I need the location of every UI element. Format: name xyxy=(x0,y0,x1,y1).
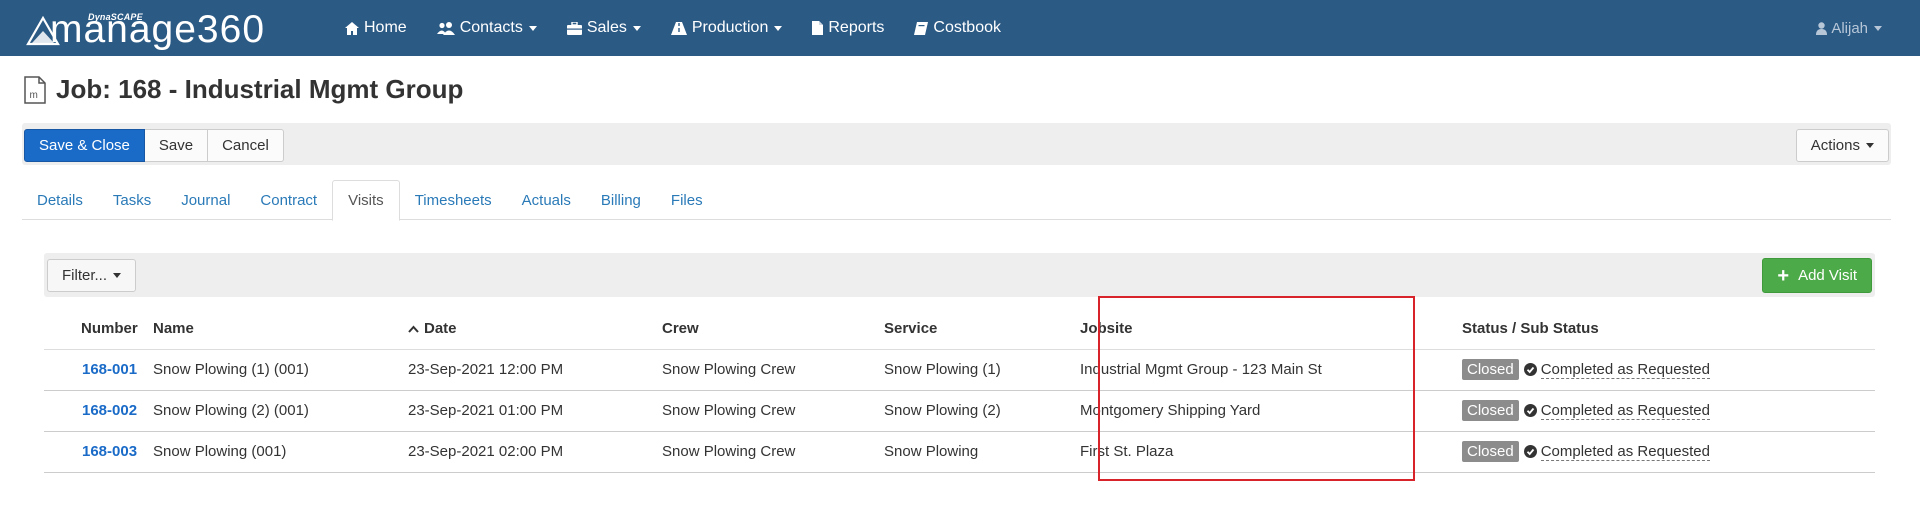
chevron-down-icon xyxy=(1866,143,1874,148)
visit-number-link[interactable]: 168-003 xyxy=(82,443,137,460)
visit-crew: Snow Plowing Crew xyxy=(662,390,884,432)
nav-contacts-label: Contacts xyxy=(459,19,523,36)
tab-actuals[interactable]: Actuals xyxy=(507,180,586,220)
table-row[interactable]: 168-001 Snow Plowing (1) (001) 23-Sep-20… xyxy=(44,349,1875,391)
visit-status: Closed Completed as Requested xyxy=(1462,359,1875,380)
filter-dropdown-button[interactable]: Filter... xyxy=(47,259,137,292)
job-toolbar: Save & Close Save Cancel Actions xyxy=(22,123,1891,165)
home-icon xyxy=(345,21,359,35)
visit-number-link[interactable]: 168-001 xyxy=(82,361,137,378)
column-crew[interactable]: Crew xyxy=(662,308,884,350)
job-document-icon: m xyxy=(24,75,46,104)
visit-status: Closed Completed as Requested xyxy=(1462,441,1875,462)
column-date[interactable]: Date xyxy=(408,308,662,350)
visit-status: Closed Completed as Requested xyxy=(1462,400,1875,421)
check-circle-icon xyxy=(1523,445,1537,458)
visit-name: Snow Plowing (2) (001) xyxy=(153,390,408,432)
visit-date: 23-Sep-2021 02:00 PM xyxy=(408,431,662,473)
tab-tasks[interactable]: Tasks xyxy=(98,180,166,220)
tab-visits[interactable]: Visits xyxy=(332,180,400,221)
top-navbar: DynaSCAPE manage360 Home Contacts Sales … xyxy=(0,0,1920,56)
column-date-label: Date xyxy=(424,319,457,337)
save-button[interactable]: Save xyxy=(144,129,209,162)
nav-production[interactable]: Production xyxy=(656,0,798,56)
book-icon xyxy=(914,21,929,35)
substatus-link[interactable]: Completed as Requested xyxy=(1540,361,1710,379)
nav-home[interactable]: Home xyxy=(330,0,422,56)
file-icon xyxy=(812,21,824,35)
jobsite-highlight-box xyxy=(1098,296,1415,481)
nav-contacts[interactable]: Contacts xyxy=(422,0,552,56)
chevron-down-icon xyxy=(1874,25,1882,31)
table-header-row: Number Name Date Crew Service Jobsite St… xyxy=(44,308,1875,350)
check-circle-icon xyxy=(1523,404,1537,417)
sort-ascending-icon xyxy=(408,325,419,333)
user-menu[interactable]: Alijah xyxy=(1816,0,1882,56)
svg-text:m: m xyxy=(30,90,38,101)
nav-home-label: Home xyxy=(364,19,407,36)
visits-filter-bar: Filter... + Add Visit xyxy=(44,253,1875,297)
nav-sales[interactable]: Sales xyxy=(552,0,656,56)
substatus-link[interactable]: Completed as Requested xyxy=(1540,443,1710,461)
briefcase-icon xyxy=(566,21,582,35)
tab-timesheets[interactable]: Timesheets xyxy=(400,180,507,220)
nav-production-label: Production xyxy=(691,19,769,36)
tab-details[interactable]: Details xyxy=(22,180,98,220)
substatus-link[interactable]: Completed as Requested xyxy=(1540,402,1710,420)
chevron-down-icon xyxy=(632,25,641,31)
visit-service: Snow Plowing xyxy=(884,431,1080,473)
save-button-group: Save & Close Save Cancel xyxy=(24,129,284,162)
plus-icon: + xyxy=(1777,264,1790,287)
check-circle-icon xyxy=(1523,363,1537,376)
table-row[interactable]: 168-002 Snow Plowing (2) (001) 23-Sep-20… xyxy=(44,390,1875,432)
nav-reports-label: Reports xyxy=(828,19,885,36)
nav-sales-label: Sales xyxy=(586,19,627,36)
tab-billing[interactable]: Billing xyxy=(586,180,656,220)
visit-date: 23-Sep-2021 12:00 PM xyxy=(408,349,662,391)
tab-journal[interactable]: Journal xyxy=(166,180,245,220)
road-icon xyxy=(670,21,687,35)
visits-table: Number Name Date Crew Service Jobsite St… xyxy=(44,308,1875,473)
actions-label: Actions xyxy=(1810,137,1860,154)
visit-number-link[interactable]: 168-002 xyxy=(82,402,137,419)
visit-date: 23-Sep-2021 01:00 PM xyxy=(408,390,662,432)
user-name: Alijah xyxy=(1831,19,1868,37)
column-status[interactable]: Status / Sub Status xyxy=(1462,308,1875,350)
tab-files[interactable]: Files xyxy=(656,180,718,220)
visit-service: Snow Plowing (1) xyxy=(884,349,1080,391)
column-name[interactable]: Name xyxy=(153,308,408,350)
chevron-down-icon xyxy=(113,273,122,278)
column-number[interactable]: Number xyxy=(44,308,153,350)
status-badge: Closed xyxy=(1462,400,1519,421)
page-title: Job: 168 - Industrial Mgmt Group xyxy=(56,74,464,104)
nav-reports[interactable]: Reports xyxy=(797,0,899,56)
page-header: m Job: 168 - Industrial Mgmt Group xyxy=(24,74,463,105)
visit-service: Snow Plowing (2) xyxy=(884,390,1080,432)
actions-dropdown-button[interactable]: Actions xyxy=(1795,129,1889,162)
cancel-button[interactable]: Cancel xyxy=(208,129,284,162)
brand-name: manage360 xyxy=(50,8,266,51)
filter-label: Filter... xyxy=(62,267,108,284)
nav-costbook-label: Costbook xyxy=(933,19,1001,36)
table-row[interactable]: 168-003 Snow Plowing (001) 23-Sep-2021 0… xyxy=(44,431,1875,473)
add-visit-label: Add Visit xyxy=(1798,267,1857,284)
nav-costbook[interactable]: Costbook xyxy=(899,0,1016,56)
chevron-down-icon xyxy=(774,25,783,31)
users-icon xyxy=(436,21,455,35)
visit-name: Snow Plowing (1) (001) xyxy=(153,349,408,391)
add-visit-button[interactable]: + Add Visit xyxy=(1762,258,1872,293)
status-badge: Closed xyxy=(1462,441,1519,462)
job-tabs: Details Tasks Journal Contract Visits Ti… xyxy=(22,180,1891,221)
user-icon xyxy=(1816,21,1828,35)
tab-contract[interactable]: Contract xyxy=(245,180,332,220)
column-service[interactable]: Service xyxy=(884,308,1080,350)
visit-crew: Snow Plowing Crew xyxy=(662,349,884,391)
save-close-button[interactable]: Save & Close xyxy=(24,129,145,162)
status-badge: Closed xyxy=(1462,359,1519,380)
brand-logo[interactable]: DynaSCAPE manage360 xyxy=(24,0,330,56)
chevron-down-icon xyxy=(528,25,537,31)
visit-name: Snow Plowing (001) xyxy=(153,431,408,473)
visit-crew: Snow Plowing Crew xyxy=(662,431,884,473)
